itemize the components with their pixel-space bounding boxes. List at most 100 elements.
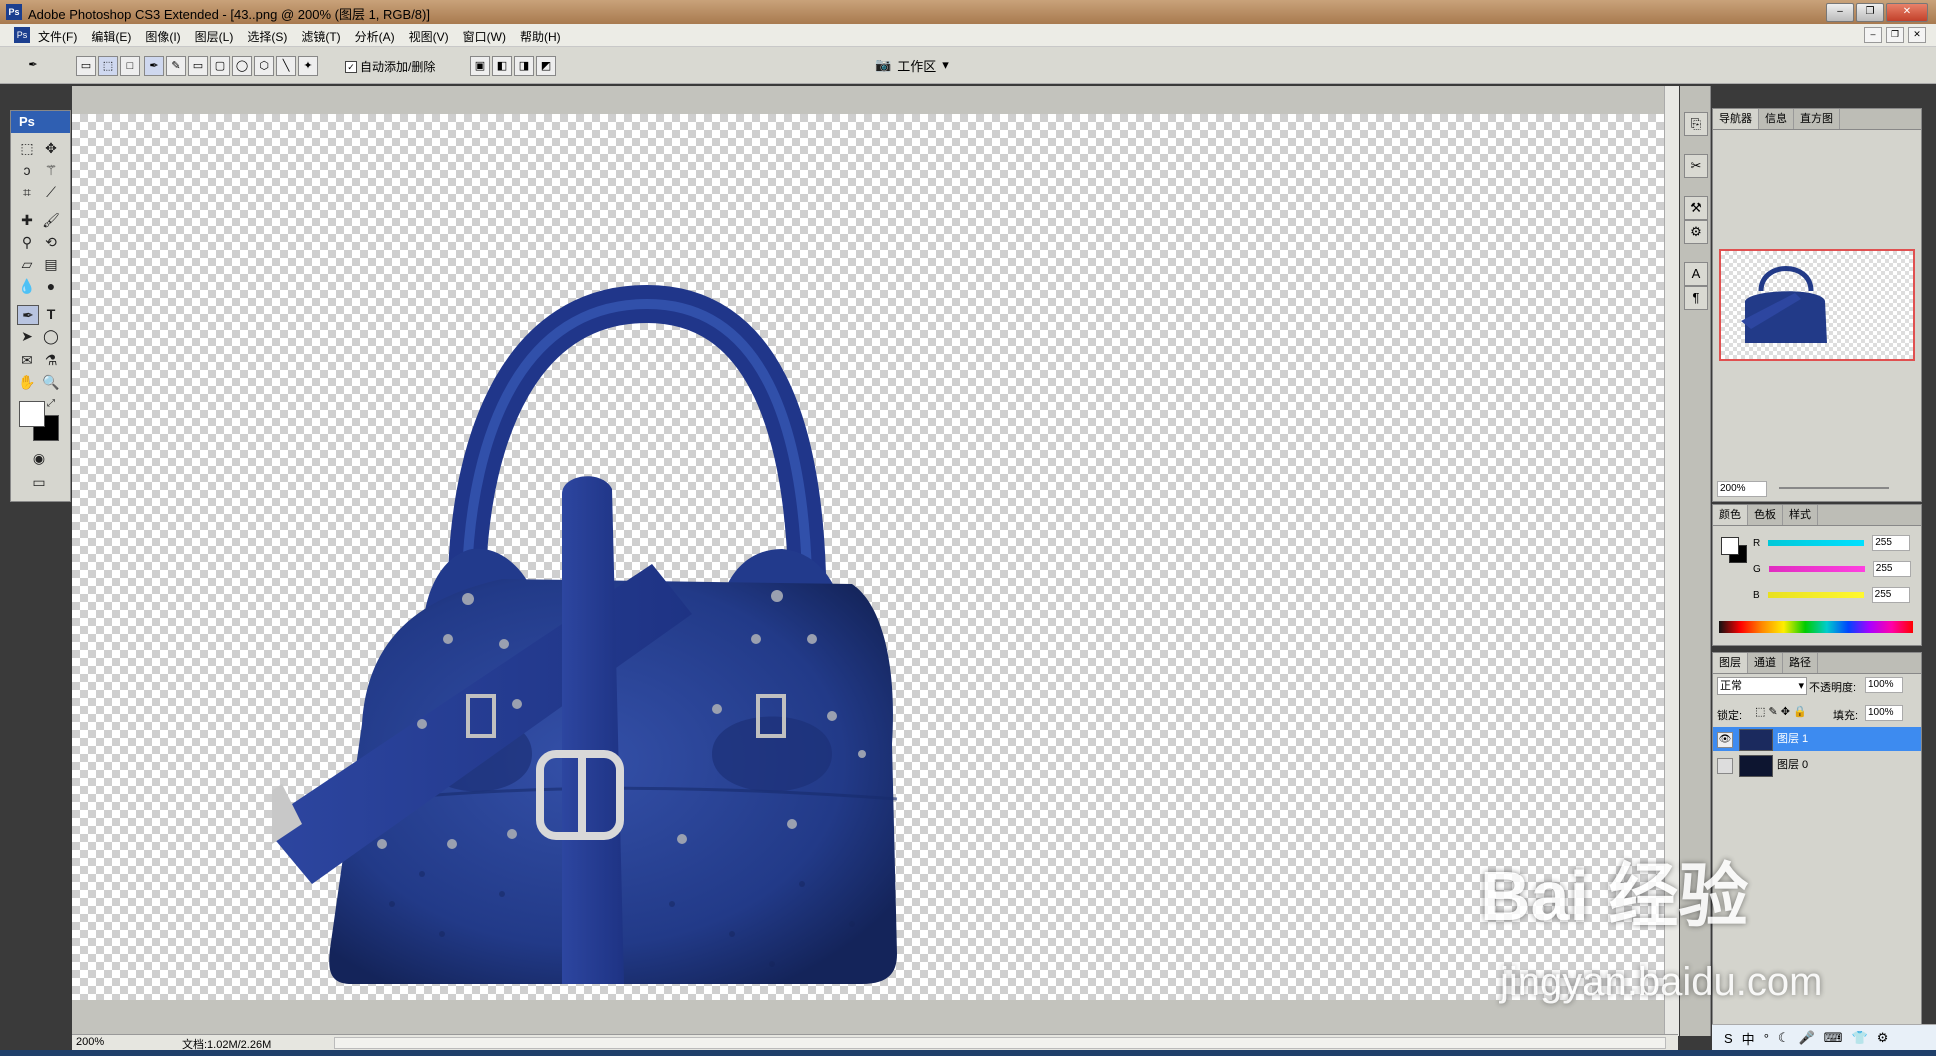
ellipse-icon[interactable]: ◯	[232, 56, 252, 76]
skin-icon[interactable]: 👕	[1852, 1030, 1868, 1046]
paragraph-icon[interactable]: ¶	[1684, 286, 1708, 310]
blue-slider[interactable]	[1767, 592, 1864, 598]
workspace-menu[interactable]: 📷 工作区 ▾	[875, 55, 975, 75]
menu-help[interactable]: 帮助(H)	[520, 28, 561, 45]
horizontal-scrollbar[interactable]	[334, 1037, 1666, 1049]
foreground-color-swatch[interactable]	[19, 401, 45, 427]
quick-mask-icon[interactable]: ◉	[29, 449, 49, 467]
crop-icon[interactable]: ⌗	[17, 183, 37, 201]
marquee-icon[interactable]: ⬚	[17, 139, 37, 157]
navigator-zoom[interactable]: 200%	[1717, 481, 1767, 497]
minimize-button[interactable]: –	[1826, 3, 1854, 22]
clone-stamp-icon[interactable]: ⚲	[17, 233, 37, 251]
color-spectrum[interactable]	[1719, 621, 1913, 633]
polygon-icon[interactable]: ⬡	[254, 56, 274, 76]
freeform-pen-icon[interactable]: ✎	[166, 56, 186, 76]
character-icon[interactable]: A	[1684, 262, 1708, 286]
fill-input[interactable]: 100%	[1865, 705, 1903, 721]
menu-layer[interactable]: 图层(L)	[195, 28, 234, 45]
tools-icon[interactable]: ⚙	[1877, 1030, 1889, 1046]
menu-analysis[interactable]: 分析(A)	[355, 28, 395, 45]
eye-hidden-icon[interactable]	[1717, 758, 1733, 774]
lasso-icon[interactable]: ↄ	[17, 161, 37, 179]
ellipse-shape-icon[interactable]: ◯	[41, 327, 61, 345]
zoom-icon[interactable]: 🔍	[41, 373, 61, 391]
layer-row[interactable]: 👁 图层 1	[1713, 727, 1921, 751]
canvas[interactable]	[72, 114, 1664, 1000]
shape-layers-icon[interactable]: ▭	[76, 56, 96, 76]
keyboard-icon[interactable]: ⌨	[1824, 1030, 1843, 1046]
ime-mode-icon[interactable]: 中	[1742, 1029, 1755, 1048]
rectangle-icon[interactable]: ▭	[188, 56, 208, 76]
tab-layers[interactable]: 图层	[1713, 653, 1748, 673]
notes-icon[interactable]: ✉	[17, 351, 37, 369]
doc-restore-button[interactable]: ❐	[1886, 27, 1904, 43]
doc-minimize-button[interactable]: –	[1864, 27, 1882, 43]
move-icon[interactable]: ✥	[41, 139, 61, 157]
menu-image[interactable]: 图像(I)	[145, 28, 180, 45]
tab-styles[interactable]: 样式	[1783, 505, 1818, 525]
document-icon[interactable]: Ps	[14, 27, 30, 43]
tab-navigator[interactable]: 导航器	[1713, 109, 1759, 129]
menu-view[interactable]: 视图(V)	[409, 28, 449, 45]
pen-tool-icon[interactable]: ✒	[17, 305, 39, 325]
moon-icon[interactable]: ☾	[1778, 1030, 1790, 1046]
opacity-input[interactable]: 100%	[1865, 677, 1903, 693]
close-button[interactable]: ✕	[1886, 3, 1928, 22]
path-subtract-icon[interactable]: ◧	[492, 56, 512, 76]
tab-paths[interactable]: 路径	[1783, 653, 1818, 673]
pen-tool-preset-icon[interactable]: ✒	[24, 56, 42, 74]
layer-row[interactable]: 图层 0	[1713, 753, 1921, 777]
paths-mode-icon[interactable]: ⬚	[98, 56, 118, 76]
tab-channels[interactable]: 通道	[1748, 653, 1783, 673]
blend-mode-select[interactable]: 正常 ▾	[1717, 677, 1807, 695]
actions-icon[interactable]: ✂	[1684, 154, 1708, 178]
blur-icon[interactable]: 💧	[17, 277, 37, 295]
microphone-icon[interactable]: 🎤	[1799, 1030, 1815, 1046]
eye-icon[interactable]: 👁	[1717, 732, 1733, 748]
lock-icons[interactable]: ⬚ ✎ ✥ 🔒	[1755, 705, 1807, 718]
hand-icon[interactable]: ✋	[17, 373, 37, 391]
doc-close-button[interactable]: ✕	[1908, 27, 1926, 43]
tab-color[interactable]: 颜色	[1713, 505, 1748, 525]
eyedropper-icon[interactable]: ⚗	[41, 351, 61, 369]
slice-icon[interactable]: ⟋	[41, 183, 61, 201]
maximize-button[interactable]: ❐	[1856, 3, 1884, 22]
blue-value[interactable]: 255	[1871, 587, 1910, 603]
tab-info[interactable]: 信息	[1759, 109, 1794, 129]
eraser-icon[interactable]: ▱	[17, 255, 37, 273]
menu-edit[interactable]: 编辑(E)	[91, 28, 131, 45]
path-add-icon[interactable]: ▣	[470, 56, 490, 76]
menu-select[interactable]: 选择(S)	[247, 28, 287, 45]
tool-presets-icon[interactable]: ⚒	[1684, 196, 1708, 220]
pen-icon[interactable]: ✒	[144, 56, 164, 76]
menu-filter[interactable]: 滤镜(T)	[301, 28, 340, 45]
zoom-level[interactable]: 200%	[76, 1036, 126, 1048]
auto-add-delete-checkbox[interactable]: ✓ 自动添加/删除	[345, 58, 435, 75]
red-value[interactable]: 255	[1872, 535, 1911, 551]
bridge-icon[interactable]: 📷	[875, 57, 891, 73]
menu-file[interactable]: 文件(F)	[38, 28, 77, 45]
fg-color-mini[interactable]	[1721, 537, 1739, 555]
green-slider[interactable]	[1768, 566, 1865, 572]
navigator-thumbnail[interactable]	[1719, 249, 1915, 361]
menu-window[interactable]: 窗口(W)	[463, 28, 506, 45]
history-icon[interactable]: ⎘	[1684, 112, 1708, 136]
line-icon[interactable]: ╲	[276, 56, 296, 76]
ime-icon[interactable]: S	[1724, 1031, 1733, 1046]
red-slider[interactable]	[1768, 540, 1865, 546]
path-selection-icon[interactable]: ➤	[17, 327, 37, 345]
tab-histogram[interactable]: 直方图	[1794, 109, 1840, 129]
green-value[interactable]: 255	[1872, 561, 1911, 577]
history-brush-icon[interactable]: ⟲	[41, 233, 61, 251]
magic-wand-icon[interactable]: ⚚	[41, 161, 61, 179]
brush-icon[interactable]: 🖌	[41, 211, 61, 229]
path-exclude-icon[interactable]: ◩	[536, 56, 556, 76]
punctuation-icon[interactable]: °	[1764, 1031, 1769, 1046]
rounded-rectangle-icon[interactable]: ▢	[210, 56, 230, 76]
path-intersect-icon[interactable]: ◨	[514, 56, 534, 76]
gradient-icon[interactable]: ▤	[41, 255, 61, 273]
custom-shape-icon[interactable]: ✦	[298, 56, 318, 76]
navigator-zoom-slider[interactable]	[1779, 487, 1889, 489]
screen-mode-icon[interactable]: ▭	[29, 473, 49, 491]
